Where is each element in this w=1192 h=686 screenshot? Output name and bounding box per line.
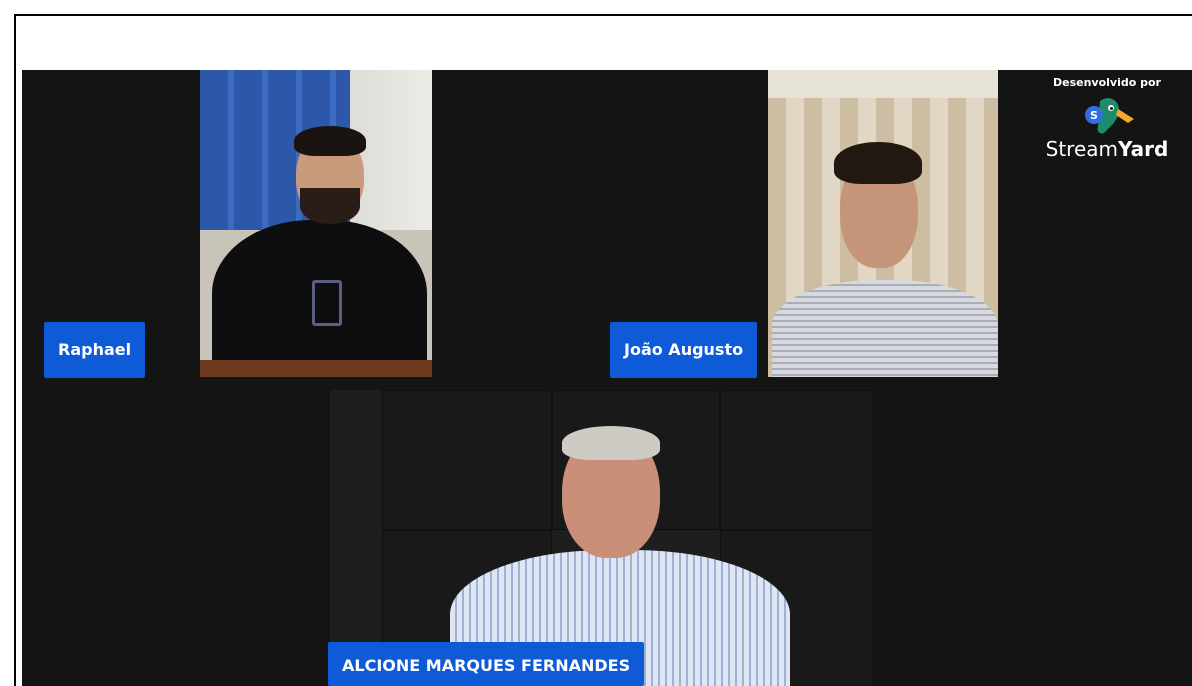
person-body [772, 280, 998, 377]
person-hair [834, 142, 922, 184]
streamyard-duck-icon: S [1085, 98, 1134, 134]
desk [200, 360, 432, 377]
name-tag-joao: João Augusto [610, 322, 758, 378]
video-tile-joao[interactable] [768, 70, 998, 377]
person-beard [300, 188, 360, 224]
ceiling [768, 70, 998, 98]
name-tag-alcione: ALCIONE MARQUES FERNANDES [328, 642, 645, 686]
shirt-logo [312, 280, 342, 326]
acoustic-panel [720, 390, 872, 530]
video-tile-raphael[interactable] [200, 70, 432, 377]
streamyard-wordmark: StreamYard [1045, 137, 1169, 161]
streamyard-branding[interactable]: Desenvolvido por S StreamYard [1032, 72, 1182, 182]
broadcast-stage: Raphael João Augusto ALCIONE MARQUES FER… [22, 70, 1192, 686]
person-hair [294, 126, 366, 156]
developed-by-label: Desenvolvido por [1053, 76, 1161, 89]
acoustic-panel [382, 390, 552, 530]
name-tag-raphael: Raphael [44, 322, 146, 378]
person-hair [562, 426, 660, 460]
svg-text:S: S [1090, 109, 1098, 122]
